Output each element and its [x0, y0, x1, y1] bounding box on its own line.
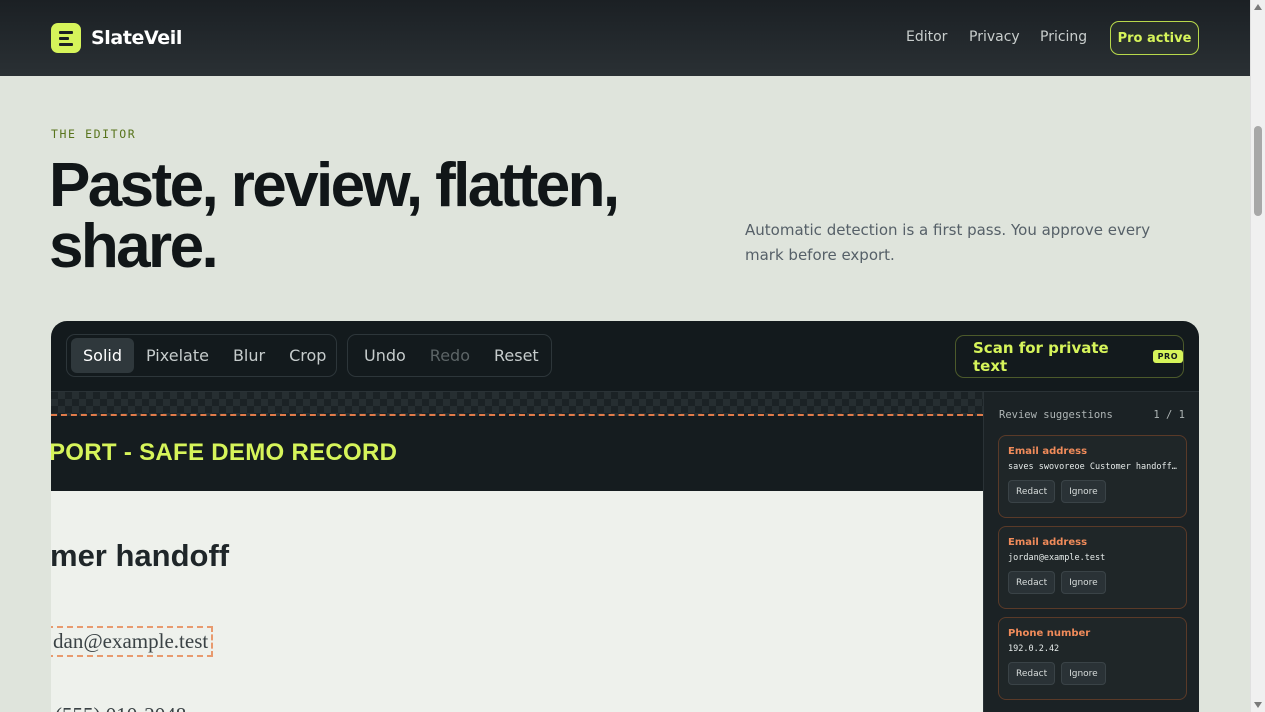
- editor-toolbar: Solid Pixelate Blur Crop Undo Redo Reset…: [51, 321, 1199, 392]
- suggestion-card: Phone number 192.0.2.42 Redact Ignore: [998, 617, 1187, 700]
- tool-solid-button[interactable]: Solid: [71, 338, 134, 373]
- detected-email-region[interactable]: dan@example.test: [51, 626, 214, 657]
- page-scrollbar[interactable]: [1250, 0, 1265, 712]
- history-group: Undo Redo Reset: [347, 334, 552, 377]
- pro-active-button[interactable]: Pro active: [1110, 21, 1199, 55]
- hero-subtitle: Automatic detection is a first pass. You…: [745, 221, 1151, 264]
- scroll-down-icon[interactable]: [1254, 702, 1262, 708]
- undo-button[interactable]: Undo: [352, 338, 418, 373]
- tool-pixelate-button[interactable]: Pixelate: [134, 338, 221, 373]
- review-header: Review suggestions 1 / 1: [999, 409, 1185, 421]
- tool-group: Solid Pixelate Blur Crop: [66, 334, 337, 377]
- suggestion-type: Phone number: [1008, 628, 1091, 639]
- ignore-button[interactable]: Ignore: [1061, 571, 1106, 594]
- ignore-button[interactable]: Ignore: [1061, 480, 1106, 503]
- scan-label: Scan for private text: [973, 338, 1109, 375]
- review-title: Review suggestions: [999, 409, 1113, 421]
- section-eyebrow: THE EDITOR: [51, 127, 137, 141]
- review-sidebar: Review suggestions 1 / 1 Email address s…: [983, 392, 1199, 712]
- logo-icon: [51, 23, 81, 53]
- image-canvas[interactable]: PORT - SAFE DEMO RECORD mer handoff dan@…: [51, 392, 983, 712]
- document-heading: mer handoff: [51, 538, 230, 573]
- document-phone: (555) 010-2048: [55, 703, 186, 712]
- scroll-up-icon[interactable]: [1254, 4, 1262, 10]
- suggestion-type: Email address: [1008, 537, 1088, 548]
- nav-link-pricing[interactable]: Pricing: [1040, 29, 1087, 45]
- redo-button[interactable]: Redo: [418, 338, 482, 373]
- scan-private-text-button[interactable]: Scan for private text PRO: [955, 335, 1184, 378]
- suggestion-text: saves swovoreoe Customer handoff …: [1008, 462, 1177, 472]
- ignore-button[interactable]: Ignore: [1061, 662, 1106, 685]
- editor-panel: Solid Pixelate Blur Crop Undo Redo Reset…: [51, 321, 1199, 712]
- brand-logo[interactable]: SlateVeil: [51, 23, 182, 53]
- redact-button[interactable]: Redact: [1008, 480, 1056, 503]
- reset-button[interactable]: Reset: [482, 338, 551, 373]
- transparency-checker: [51, 392, 983, 416]
- pro-badge: PRO: [1152, 350, 1183, 363]
- nav-link-editor[interactable]: Editor: [906, 29, 947, 45]
- top-nav: SlateVeil Editor Privacy Pricing Pro act…: [0, 0, 1250, 76]
- nav-link-privacy[interactable]: Privacy: [969, 29, 1020, 45]
- brand-name: SlateVeil: [91, 27, 182, 49]
- redact-button[interactable]: Redact: [1008, 662, 1056, 685]
- suggestion-text: jordan@example.test: [1008, 553, 1106, 563]
- suggestion-text: 192.0.2.42: [1008, 644, 1060, 654]
- banner-text: PORT - SAFE DEMO RECORD: [51, 439, 398, 466]
- page-title: Paste, review, flatten, share.: [49, 151, 620, 281]
- tool-crop-button[interactable]: Crop: [277, 338, 338, 373]
- suggestion-card: Email address saves swovoreoe Customer h…: [998, 435, 1187, 518]
- scroll-thumb[interactable]: [1254, 126, 1262, 216]
- tool-blur-button[interactable]: Blur: [221, 338, 277, 373]
- review-count: 1 / 1: [1153, 409, 1185, 421]
- suggestion-type: Email address: [1008, 446, 1088, 457]
- suggestion-card: Email address jordan@example.test Redact…: [998, 526, 1187, 609]
- redact-button[interactable]: Redact: [1008, 571, 1056, 594]
